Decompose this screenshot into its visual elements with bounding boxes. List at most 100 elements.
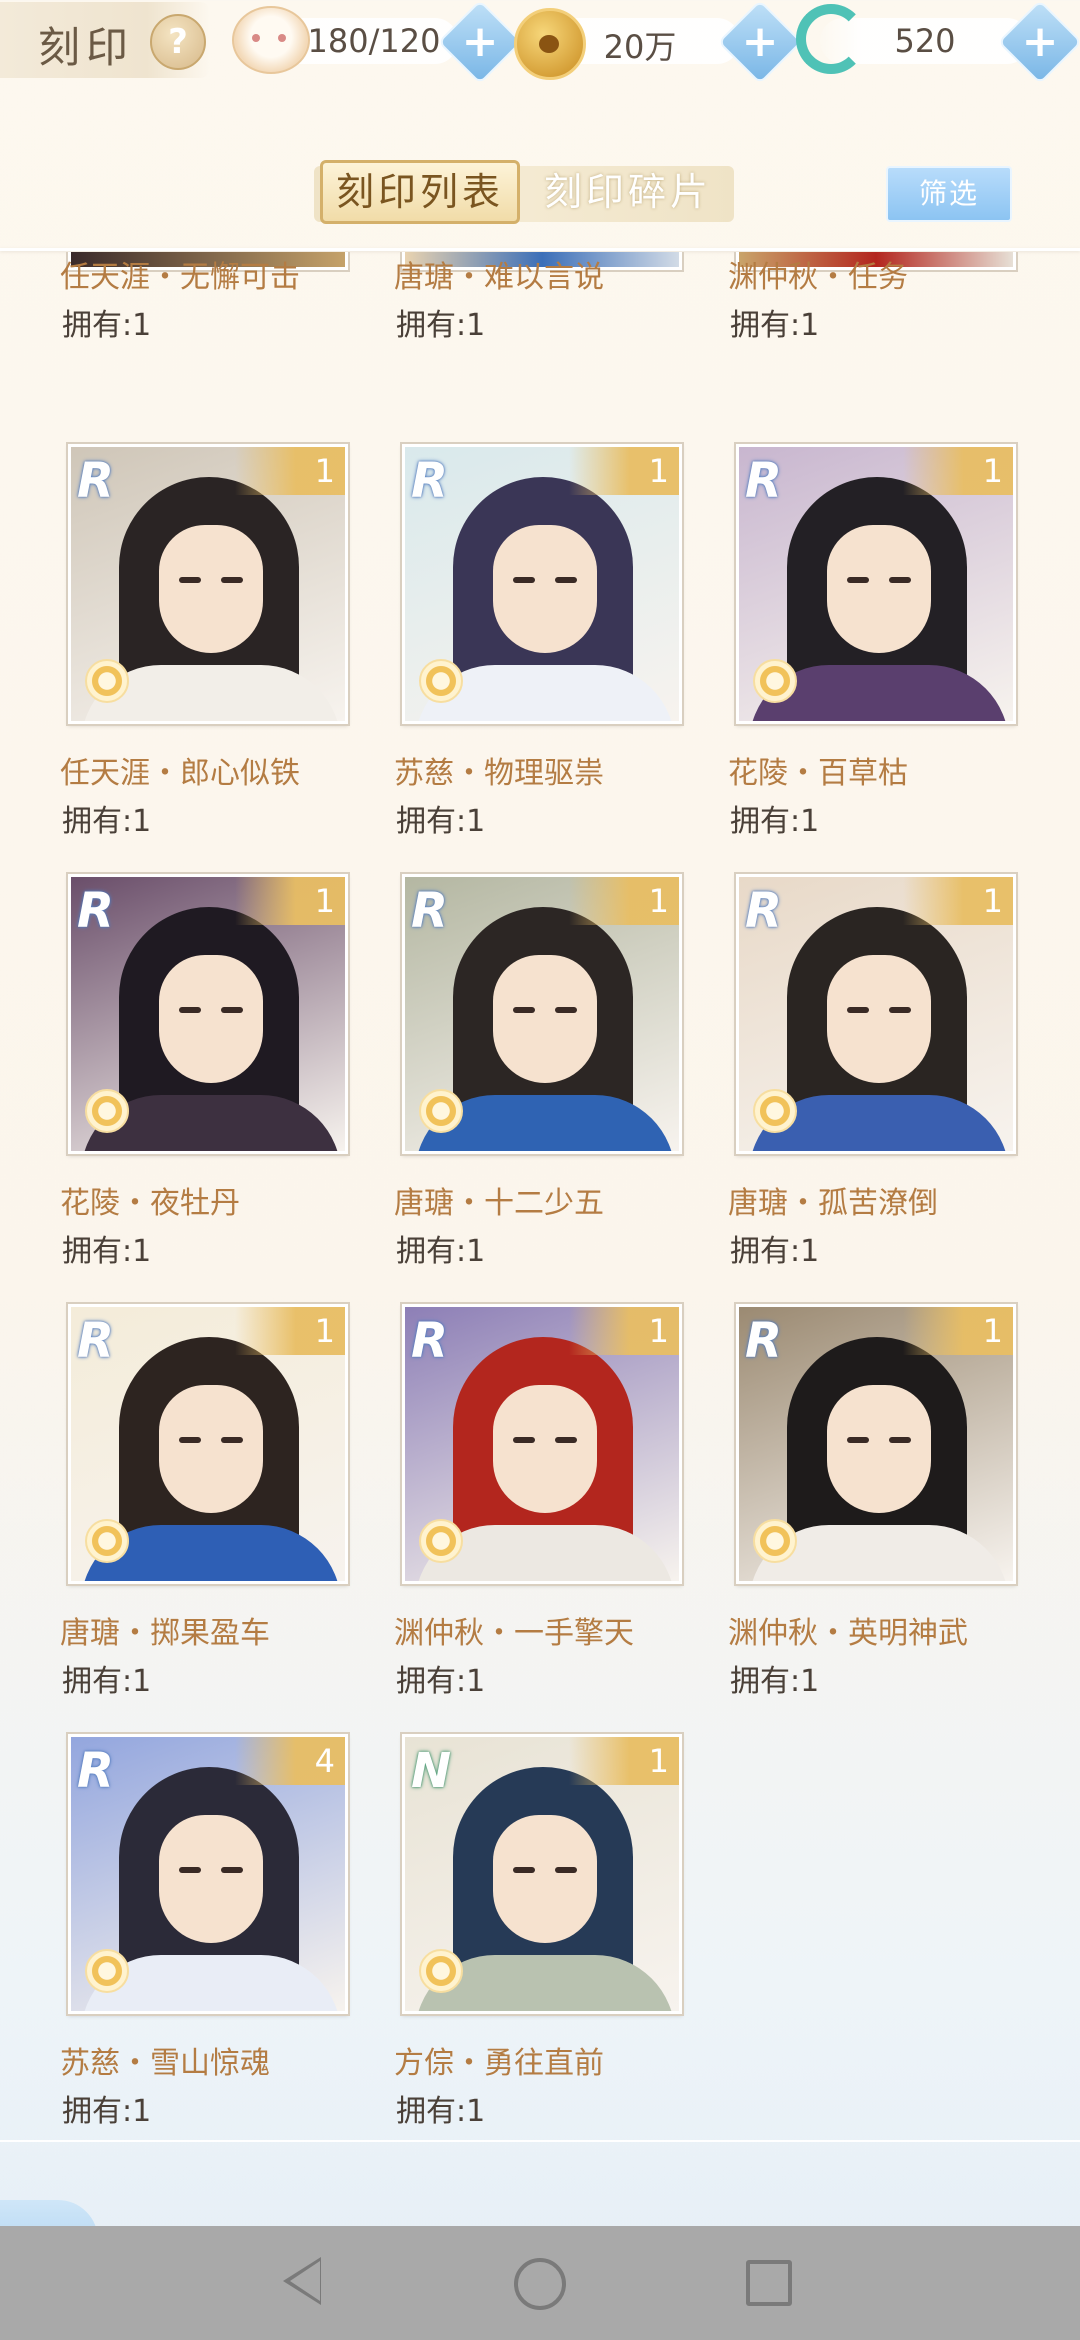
count-tag: 1 (235, 1307, 345, 1355)
card-name: 方倧・勇往直前 (394, 2046, 604, 2081)
card-partial-2[interactable]: 唐瑭・难以言说 拥有:1 (394, 252, 694, 388)
list-end-line (0, 2140, 1080, 2142)
card-owned: 拥有:1 (730, 1664, 820, 1699)
seal-card[interactable]: R 1 唐瑭・掷果盈车 拥有:1 (60, 1304, 360, 1744)
card-portrait: R1 (68, 444, 348, 724)
card-portrait: R1 (402, 1304, 682, 1584)
seal-card[interactable]: R 1 渊仲秋・英明神武 拥有:1 (728, 1304, 1028, 1744)
help-icon[interactable]: ? (150, 14, 206, 70)
card-name: 任天涯・郎心似铁 (60, 756, 300, 791)
seal-card[interactable]: R 1 花陵・夜牡丹 拥有:1 (60, 874, 360, 1314)
card-partial-1[interactable]: 任天涯・无懈可击 拥有:1 (60, 252, 360, 388)
resource-bar: 刻印 ? 180/120 + 20万 + 520 + (0, 0, 1080, 85)
card-owned: 拥有:1 (396, 804, 486, 839)
card-name: 渊仲秋・一手擎天 (394, 1616, 634, 1651)
card-owned: 拥有:1 (730, 1234, 820, 1269)
card-owned: 拥有:1 (730, 804, 820, 839)
card-name: 渊仲秋・任务 (728, 260, 908, 295)
card-portrait: R1 (736, 1304, 1016, 1584)
rarity-badge: R (411, 453, 448, 509)
add-jade-button[interactable]: + (997, 0, 1080, 85)
count-tag: 4 (235, 1737, 345, 1785)
element-swirl-icon (419, 1949, 463, 1993)
element-swirl-icon (753, 1519, 797, 1563)
rarity-badge: N (411, 1743, 452, 1799)
filter-button[interactable]: 筛选 (886, 166, 1012, 222)
tab-seal-fragments[interactable]: 刻印碎片 (528, 160, 728, 224)
card-owned: 拥有:1 (396, 308, 486, 343)
card-portrait: R1 (402, 444, 682, 724)
count-tag: 1 (569, 877, 679, 925)
element-swirl-icon (419, 659, 463, 703)
seal-card[interactable]: R 1 渊仲秋・一手擎天 拥有:1 (394, 1304, 694, 1744)
element-swirl-icon (419, 1089, 463, 1133)
card-name: 花陵・百草枯 (728, 756, 908, 791)
card-owned: 拥有:1 (62, 308, 152, 343)
seal-card[interactable]: R 1 唐瑭・孤苦潦倒 拥有:1 (728, 874, 1028, 1314)
card-portrait: R1 (68, 1304, 348, 1584)
seal-grid[interactable]: 任天涯・无懈可击 拥有:1 唐瑭・难以言说 拥有:1 渊仲秋・任务 拥有:1 R… (0, 252, 1080, 2140)
card-name: 任天涯・无懈可击 (60, 260, 300, 295)
jade-icon (796, 4, 866, 74)
nav-home-icon[interactable] (514, 2258, 566, 2310)
card-partial-3[interactable]: 渊仲秋・任务 拥有:1 (728, 252, 1028, 388)
rarity-badge: R (745, 883, 782, 939)
card-owned: 拥有:1 (730, 308, 820, 343)
seal-card[interactable]: R 1 花陵・百草枯 拥有:1 (728, 444, 1028, 884)
card-name: 渊仲秋・英明神武 (728, 1616, 968, 1651)
add-stamina-button[interactable]: + (437, 0, 523, 85)
card-portrait: R1 (68, 874, 348, 1154)
count-tag: 1 (903, 1307, 1013, 1355)
rarity-badge: R (411, 1313, 448, 1369)
add-coin-button[interactable]: + (717, 0, 803, 85)
count-tag: 1 (569, 447, 679, 495)
paw-coin-icon (514, 8, 586, 80)
seal-card[interactable]: R 1 苏慈・物理驱祟 拥有:1 (394, 444, 694, 884)
card-name: 唐瑭・掷果盈车 (60, 1616, 270, 1651)
seal-card[interactable]: R 1 唐瑭・十二少五 拥有:1 (394, 874, 694, 1314)
card-owned: 拥有:1 (62, 1234, 152, 1269)
seal-card[interactable]: R 4 苏慈・雪山惊魂 拥有:1 (60, 1734, 360, 2140)
count-tag: 1 (569, 1737, 679, 1785)
count-tag: 1 (235, 877, 345, 925)
element-swirl-icon (85, 1519, 129, 1563)
page-title: 刻印 (38, 23, 135, 72)
rarity-badge: R (745, 1313, 782, 1369)
card-name: 唐瑭・十二少五 (394, 1186, 604, 1221)
card-portrait: R1 (402, 874, 682, 1154)
element-swirl-icon (753, 659, 797, 703)
card-name: 唐瑭・难以言说 (394, 260, 604, 295)
card-portrait: R1 (736, 874, 1016, 1154)
count-tag: 1 (235, 447, 345, 495)
seal-card[interactable]: N 1 方倧・勇往直前 拥有:1 (394, 1734, 694, 2140)
card-name: 苏慈・雪山惊魂 (60, 2046, 270, 2081)
rarity-badge: R (77, 453, 114, 509)
card-owned: 拥有:1 (396, 2094, 486, 2129)
rarity-badge: R (77, 1743, 114, 1799)
card-owned: 拥有:1 (62, 1664, 152, 1699)
card-name: 苏慈・物理驱祟 (394, 756, 604, 791)
nav-recent-icon[interactable] (746, 2260, 792, 2306)
cat-icon (232, 6, 310, 74)
rarity-badge: R (77, 883, 114, 939)
divider (0, 248, 1080, 251)
tab-bar: 刻印列表 刻印碎片 (314, 160, 734, 224)
element-swirl-icon (85, 1089, 129, 1133)
count-tag: 1 (903, 447, 1013, 495)
card-portrait: R4 (68, 1734, 348, 2014)
card-name: 唐瑭・孤苦潦倒 (728, 1186, 938, 1221)
card-portrait: N1 (402, 1734, 682, 2014)
element-swirl-icon (419, 1519, 463, 1563)
card-owned: 拥有:1 (396, 1234, 486, 1269)
card-owned: 拥有:1 (62, 804, 152, 839)
tab-seal-list[interactable]: 刻印列表 (320, 160, 520, 224)
seal-card[interactable]: R 1 任天涯・郎心似铁 拥有:1 (60, 444, 360, 884)
system-navbar (0, 2226, 1080, 2340)
rarity-badge: R (745, 453, 782, 509)
rarity-badge: R (411, 883, 448, 939)
element-swirl-icon (85, 659, 129, 703)
card-name: 花陵・夜牡丹 (60, 1186, 240, 1221)
element-swirl-icon (753, 1089, 797, 1133)
card-portrait: R1 (736, 444, 1016, 724)
count-tag: 1 (903, 877, 1013, 925)
